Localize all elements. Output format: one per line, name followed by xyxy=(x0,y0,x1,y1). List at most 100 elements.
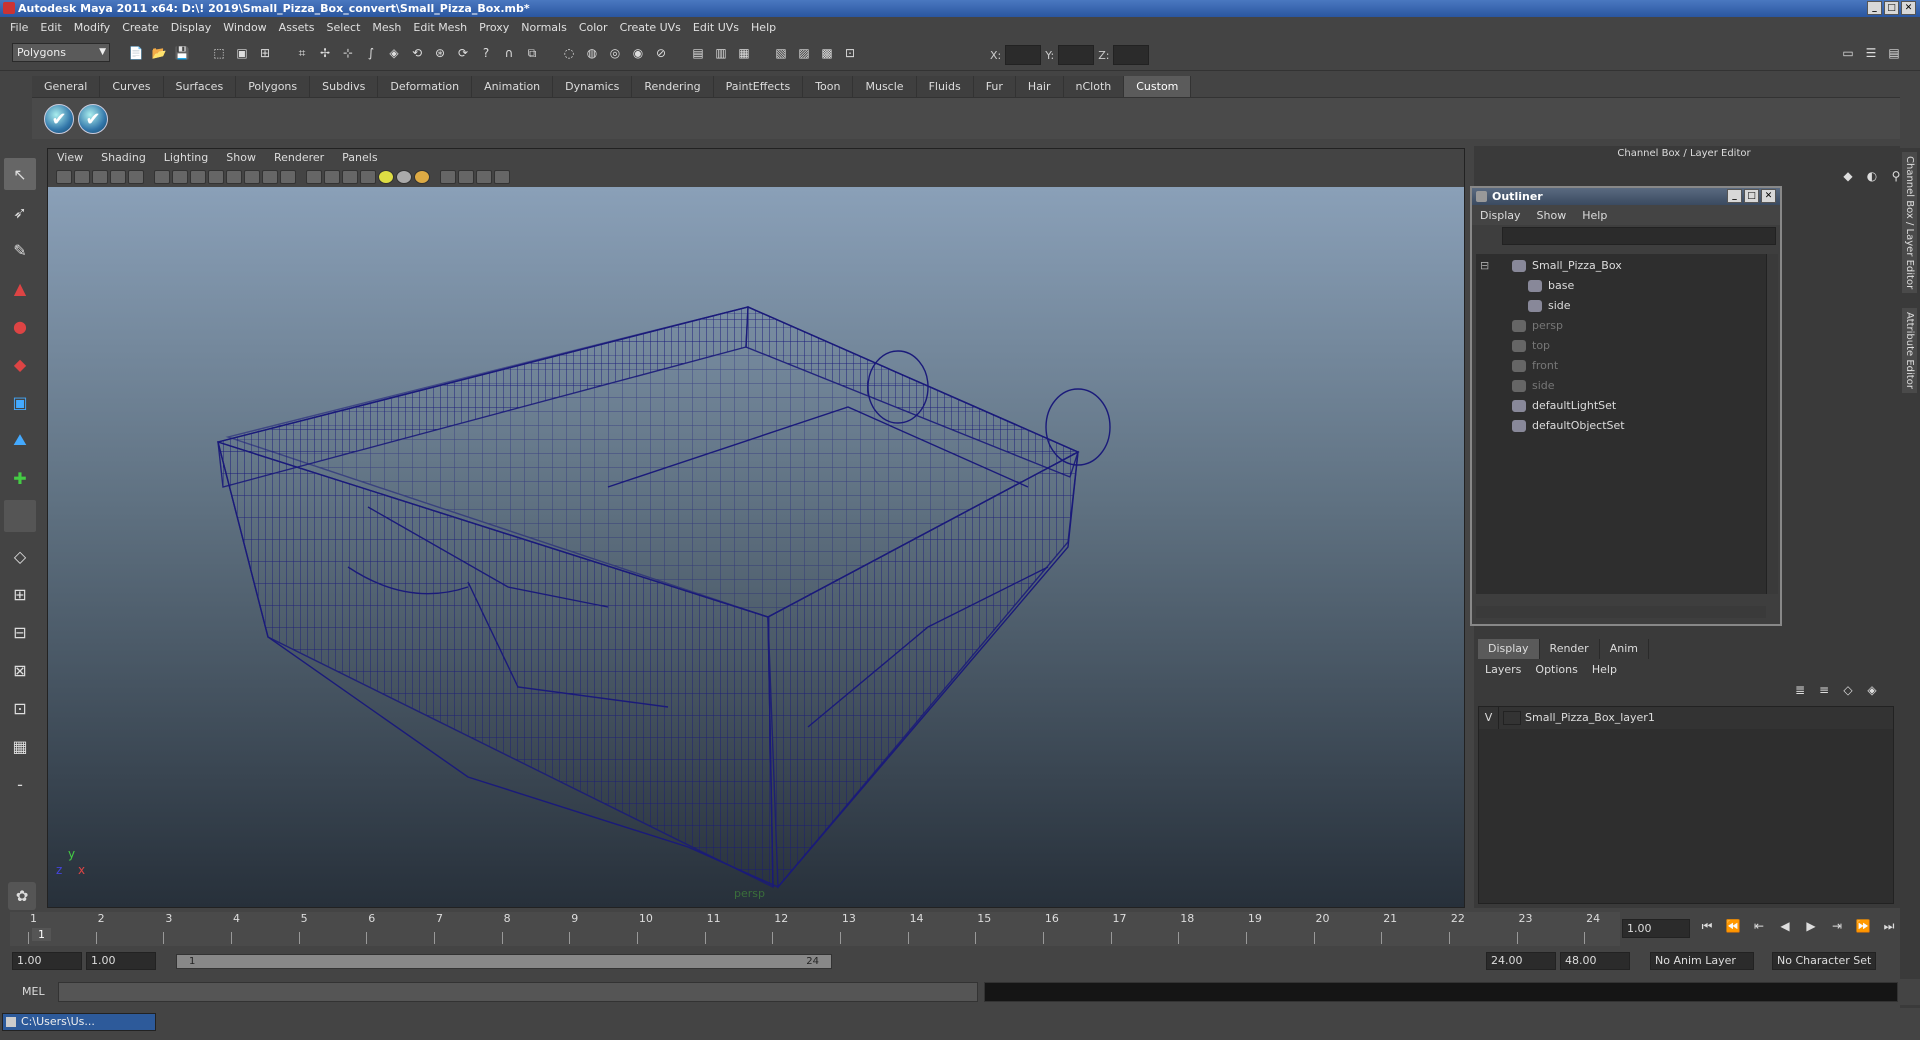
menu-proxy[interactable]: Proxy xyxy=(473,21,515,34)
outliner-item[interactable]: ⊟ Small_Pizza_Box xyxy=(1480,256,1622,276)
high-quality-icon[interactable] xyxy=(360,170,376,184)
outliner-menu-show[interactable]: Show xyxy=(1529,209,1575,222)
mel-command-input[interactable] xyxy=(58,982,978,1002)
close-button[interactable]: ✕ xyxy=(1901,1,1916,15)
play-backward-icon[interactable]: ◀ xyxy=(1774,919,1796,937)
tool-settings-toggle-icon[interactable]: ☰ xyxy=(1861,43,1881,63)
time-slider[interactable]: 1 2 3 4 5 6 7 8 9 10 11 12 13 14 15 16 17 18 19 20 21 22 23 24 1 xyxy=(10,912,1620,946)
viewport-menu-shading[interactable]: Shading xyxy=(92,149,155,167)
render-layer-icon[interactable]: ▨ xyxy=(794,43,814,63)
display-icon[interactable]: ⊡ xyxy=(840,43,860,63)
shelf-tab-general[interactable]: General xyxy=(32,76,101,97)
menu-create[interactable]: Create xyxy=(116,21,165,34)
open-scene-icon[interactable]: 📂 xyxy=(149,43,169,63)
current-time-field[interactable]: 1.00 xyxy=(1622,919,1690,938)
menu-select[interactable]: Select xyxy=(320,21,366,34)
current-frame-marker[interactable]: 1 xyxy=(32,928,51,941)
select-hierarchy-icon[interactable]: ⬚ xyxy=(209,43,229,63)
side-tab-attribute-editor[interactable]: Attribute Editor xyxy=(1902,308,1917,393)
menu-help[interactable]: Help xyxy=(745,21,782,34)
all-lights-icon[interactable] xyxy=(414,170,430,184)
snap-surface-icon[interactable]: ◈ xyxy=(384,43,404,63)
image-plane-icon[interactable] xyxy=(110,170,126,184)
step-back-key-icon[interactable]: ⇤ xyxy=(1748,919,1770,937)
y-field[interactable] xyxy=(1058,45,1095,65)
layer-menu-help[interactable]: Help xyxy=(1585,663,1624,676)
layer-icon[interactable]: ◆ xyxy=(1838,166,1858,186)
viewport-menu-panels[interactable]: Panels xyxy=(333,149,386,167)
animation-start-field[interactable]: 1.00 xyxy=(12,952,82,970)
lasso-icon[interactable]: ◌ xyxy=(559,43,579,63)
palette-icon[interactable]: ◐ xyxy=(1862,166,1882,186)
film-gate-icon[interactable] xyxy=(128,170,144,184)
render-icon[interactable]: ⊛ xyxy=(430,43,450,63)
help-icon[interactable]: ? xyxy=(476,43,496,63)
shelf-tab-hair[interactable]: Hair xyxy=(1015,76,1064,97)
render-frame-icon[interactable]: ▥ xyxy=(711,43,731,63)
shelf-tab-muscle[interactable]: Muscle xyxy=(853,76,917,97)
outliner-minimize-button[interactable]: _ xyxy=(1727,189,1742,203)
outliner-item[interactable]: side xyxy=(1528,296,1571,316)
viewport-frame-icon[interactable] xyxy=(458,170,474,184)
channel-box-toggle-icon[interactable]: ▤ xyxy=(1884,43,1904,63)
playback-start-field[interactable]: 1.00 xyxy=(86,952,156,970)
layer-down-icon[interactable]: ≡ xyxy=(1814,680,1834,700)
menu-create-uvs[interactable]: Create UVs xyxy=(614,21,687,34)
custom-shelf-check-icon[interactable]: ✔ xyxy=(78,104,108,134)
maximize-button[interactable]: □ xyxy=(1884,1,1899,15)
outliner-vertical-scrollbar[interactable] xyxy=(1766,254,1778,594)
menu-modify[interactable]: Modify xyxy=(68,21,116,34)
sphere-light-icon[interactable] xyxy=(396,170,412,184)
smooth-shade-icon[interactable] xyxy=(226,170,242,184)
character-set-dropdown[interactable]: No Character Set xyxy=(1772,952,1876,970)
use-lights-icon[interactable] xyxy=(262,170,278,184)
new-layer-selected-icon[interactable]: ◈ xyxy=(1862,680,1882,700)
menu-normals[interactable]: Normals xyxy=(515,21,573,34)
default-light-icon[interactable] xyxy=(378,170,394,184)
range-slider[interactable]: 1 24 xyxy=(176,954,832,969)
custom-shelf-check-icon[interactable]: ✔ xyxy=(44,104,74,134)
outliner-menu-display[interactable]: Display xyxy=(1472,209,1529,222)
snap-point-icon[interactable]: ⊹ xyxy=(338,43,358,63)
shelf-tab-custom[interactable]: Custom xyxy=(1124,76,1192,97)
hypershade-layout-icon[interactable]: ⊡ xyxy=(4,692,36,724)
menu-color[interactable]: Color xyxy=(573,21,614,34)
show-manip-icon[interactable]: ✚ xyxy=(4,462,36,494)
outliner-filter-input[interactable] xyxy=(1502,227,1776,245)
move-tool-icon[interactable]: ▲ xyxy=(4,272,36,304)
xray-joints-icon[interactable] xyxy=(342,170,358,184)
viewport-canvas[interactable]: y z x persp xyxy=(48,187,1464,907)
menu-set-selector[interactable]: Polygons ▼ xyxy=(12,43,110,62)
scale-tool-icon[interactable]: ◆ xyxy=(4,348,36,380)
reflection-icon[interactable]: ⊘ xyxy=(651,43,671,63)
render-view-icon[interactable]: ▤ xyxy=(688,43,708,63)
outliner-item[interactable]: front xyxy=(1512,356,1558,376)
custom-layout-icon[interactable]: ▦ xyxy=(4,730,36,762)
snap-view-icon[interactable]: ∫ xyxy=(361,43,381,63)
layer-up-icon[interactable]: ≣ xyxy=(1790,680,1810,700)
shelf-tab-painteffects[interactable]: PaintEffects xyxy=(713,76,804,97)
paint-select-tool-icon[interactable]: ✎ xyxy=(4,234,36,266)
shelf-tab-dynamics[interactable]: Dynamics xyxy=(553,76,633,97)
persp-outliner-layout-icon[interactable]: ⊟ xyxy=(4,616,36,648)
select-object-icon[interactable]: ▣ xyxy=(232,43,252,63)
camera-select-icon[interactable] xyxy=(56,170,72,184)
bookmark-icon[interactable] xyxy=(92,170,108,184)
resolution-gate-icon[interactable] xyxy=(172,170,188,184)
four-pane-layout-icon[interactable]: ⊞ xyxy=(4,578,36,610)
layer-row[interactable]: V Small_Pizza_Box_layer1 xyxy=(1479,707,1893,729)
hud-icon[interactable] xyxy=(440,170,456,184)
rotate-tool-icon[interactable]: ● xyxy=(4,310,36,342)
outliner-horizontal-scrollbar[interactable] xyxy=(1476,606,1766,618)
shelf-tab-subdivs[interactable]: Subdivs xyxy=(310,76,379,97)
marquee-icon[interactable]: ◎ xyxy=(605,43,625,63)
layer-menu-options[interactable]: Options xyxy=(1528,663,1584,676)
magnet-icon[interactable]: ∩ xyxy=(499,43,519,63)
shelf-tab-toon[interactable]: Toon xyxy=(803,76,854,97)
shadows-icon[interactable] xyxy=(280,170,296,184)
single-pane-layout-icon[interactable]: ◇ xyxy=(4,540,36,572)
outliner-item[interactable]: base xyxy=(1528,276,1574,296)
lasso-tool-icon[interactable]: ➶ xyxy=(4,196,36,228)
outliner-maximize-button[interactable]: □ xyxy=(1744,189,1759,203)
persp-graph-layout-icon[interactable]: ⊠ xyxy=(4,654,36,686)
